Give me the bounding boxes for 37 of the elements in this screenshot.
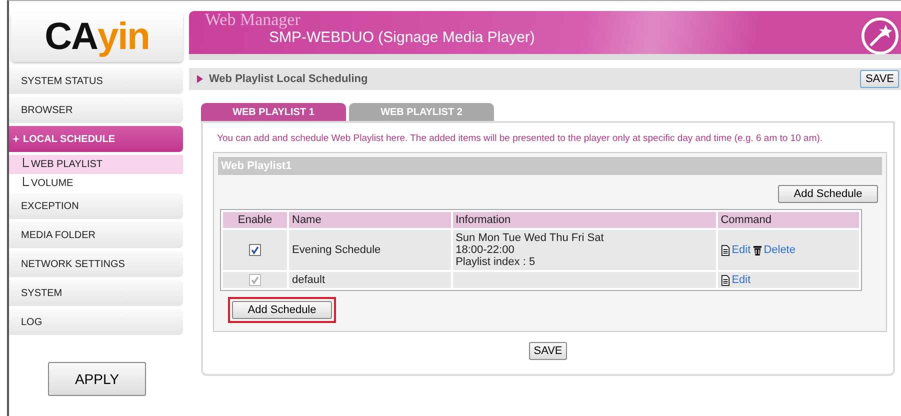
table-cell: Evening Schedule bbox=[289, 230, 451, 270]
add-schedule-button[interactable]: Add Schedule bbox=[232, 301, 332, 320]
command-link[interactable]: Edit bbox=[732, 244, 751, 256]
app-title: Web Manager bbox=[205, 11, 302, 29]
sidebar-item[interactable]: LOCAL SCHEDULE bbox=[9, 126, 183, 152]
triangle-icon bbox=[197, 75, 203, 83]
sidebar-item[interactable]: SYSTEM STATUS bbox=[9, 68, 183, 94]
sidebar-item[interactable]: MEDIA FOLDER bbox=[9, 222, 183, 248]
column-header: Information bbox=[452, 212, 716, 228]
sidebar-item[interactable]: SYSTEM bbox=[9, 280, 183, 306]
device-title: SMP-WEBDUO (Signage Media Player) bbox=[268, 29, 536, 47]
column-header: Name bbox=[289, 212, 451, 228]
document-icon bbox=[720, 244, 730, 256]
logo: CAyin bbox=[11, 13, 183, 62]
document-icon bbox=[720, 274, 730, 286]
sidebar-item[interactable]: LOG bbox=[9, 309, 183, 335]
table-cell: default bbox=[289, 272, 451, 288]
apply-button[interactable]: APPLY bbox=[48, 362, 146, 396]
sidebar-item[interactable]: NETWORK SETTINGS bbox=[9, 251, 183, 277]
tab[interactable]: WEB PLAYLIST 1 bbox=[201, 103, 346, 121]
page-title: Web Playlist Local Scheduling bbox=[209, 73, 369, 85]
table-cell: Sun Mon Tue Wed Thu Fri Sat 18:00-22:00 Playlist index : 5 bbox=[452, 230, 716, 270]
trash-icon bbox=[752, 244, 762, 256]
sidebar-subitem[interactable]: VOLUME bbox=[9, 174, 183, 193]
column-header: Command bbox=[718, 212, 859, 228]
column-header: Enable bbox=[223, 212, 287, 228]
checkbox[interactable] bbox=[249, 244, 261, 256]
save-button[interactable]: SAVE bbox=[860, 70, 899, 88]
description-text: You can add and schedule Web Playlist here. The added items will be presented to the player only at specific day and time (e.g. 6 am to 10 am). bbox=[217, 133, 824, 144]
sidebar-item[interactable]: BROWSER bbox=[9, 97, 183, 123]
save-button[interactable]: SAVE bbox=[528, 342, 568, 360]
magic-wand-icon bbox=[861, 17, 899, 55]
command-link[interactable]: Delete bbox=[764, 244, 796, 256]
sidebar-subitem[interactable]: WEB PLAYLIST bbox=[9, 155, 183, 174]
add-schedule-button[interactable]: Add Schedule bbox=[778, 185, 878, 203]
sidebar-item[interactable]: EXCEPTION bbox=[9, 193, 183, 219]
sparkle-icon bbox=[12, 135, 20, 143]
